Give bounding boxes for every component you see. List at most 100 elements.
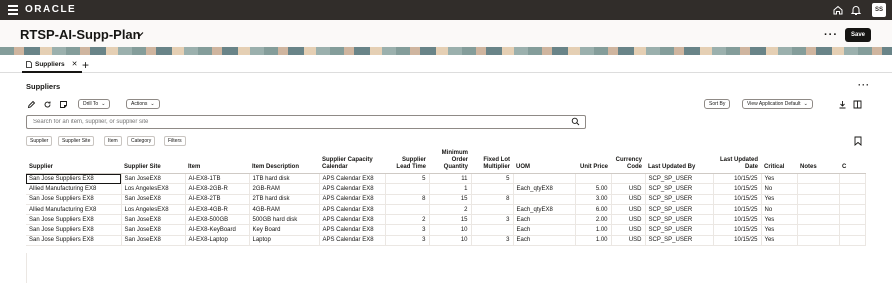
table-cell[interactable]: 3 xyxy=(385,224,430,236)
table-row[interactable]: Allied Manufacturing EX8 Los AngelesEX8 AI… xyxy=(26,204,866,216)
search-input[interactable] xyxy=(26,115,586,129)
table-cell[interactable]: USD xyxy=(611,183,646,195)
chevron-down-icon[interactable] xyxy=(136,30,144,38)
table-cell[interactable]: APS Calendar EX8 xyxy=(319,173,386,185)
table-cell[interactable]: 10/15/25 xyxy=(713,214,762,226)
table-cell[interactable]: 10/15/25 xyxy=(713,194,762,205)
bell-icon[interactable] xyxy=(850,4,862,16)
table-cell[interactable]: San JoseEX8 xyxy=(121,235,186,247)
table-cell[interactable]: 3.00 xyxy=(575,194,612,205)
table-cell[interactable]: SCP_SP_USER xyxy=(645,183,714,195)
table-cell[interactable]: AI-EX8-Laptop xyxy=(185,235,250,247)
table-cell[interactable] xyxy=(839,214,866,226)
table-cell[interactable]: 3 xyxy=(385,235,430,247)
table-cell[interactable]: AI-EX8-4GB-R xyxy=(185,204,250,216)
table-cell[interactable]: AI-EX8-500GB xyxy=(185,214,250,226)
table-cell[interactable]: 4GB-RAM xyxy=(249,204,320,216)
table-cell[interactable] xyxy=(839,183,866,195)
column-header[interactable]: Item xyxy=(185,150,249,174)
table-cell[interactable]: APS Calendar EX8 xyxy=(319,183,386,195)
refresh-icon[interactable] xyxy=(43,100,52,109)
table-cell[interactable]: 1.00 xyxy=(575,224,612,236)
column-header[interactable]: Item Description xyxy=(249,150,319,174)
table-cell[interactable] xyxy=(611,173,646,185)
table-cell[interactable]: San JoseEX8 xyxy=(121,194,186,205)
table-row[interactable]: San Jose Suppliers EX8 San JoseEX8 AI-EX8-… xyxy=(26,173,866,185)
table-cell[interactable]: 2 xyxy=(429,204,472,216)
table-cell[interactable]: APS Calendar EX8 xyxy=(319,224,386,236)
table-cell[interactable] xyxy=(797,194,840,205)
table-cell[interactable]: Los AngelesEX8 xyxy=(121,183,186,195)
table-cell[interactable]: San Jose Suppliers EX8 xyxy=(26,224,122,236)
table-cell[interactable] xyxy=(513,173,576,185)
table-cell[interactable]: 1.00 xyxy=(575,235,612,247)
table-cell[interactable]: SCP_SP_USER xyxy=(645,235,714,247)
table-cell[interactable]: San JoseEX8 xyxy=(121,214,186,226)
column-header[interactable]: Supplier xyxy=(26,150,121,174)
table-cell[interactable]: Each xyxy=(513,235,576,247)
table-cell[interactable]: No xyxy=(761,204,798,216)
table-cell[interactable]: Yes xyxy=(761,224,798,236)
add-tab-button[interactable]: + xyxy=(82,58,89,72)
column-header[interactable]: Notes xyxy=(797,150,839,174)
table-cell[interactable]: 5 xyxy=(471,173,514,185)
search-icon[interactable] xyxy=(571,117,580,126)
table-cell[interactable]: Yes xyxy=(761,235,798,247)
table-cell[interactable]: APS Calendar EX8 xyxy=(319,235,386,247)
edit-icon[interactable] xyxy=(27,100,36,109)
table-cell[interactable]: Laptop xyxy=(249,235,320,247)
table-cell[interactable]: AI-EX8-KeyBoard xyxy=(185,224,250,236)
table-row[interactable]: San Jose Suppliers EX8 San JoseEX8 AI-EX8-… xyxy=(26,224,866,236)
table-cell[interactable]: AI-EX8-1TB xyxy=(185,173,250,185)
save-button[interactable]: Save xyxy=(845,28,871,42)
table-cell[interactable]: SCP_SP_USER xyxy=(645,224,714,236)
table-cell[interactable]: San JoseEX8 xyxy=(121,224,186,236)
table-cell[interactable]: San JoseEX8 xyxy=(121,173,186,185)
table-cell[interactable]: 2.00 xyxy=(575,214,612,226)
table-cell[interactable]: USD xyxy=(611,235,646,247)
column-header[interactable]: Minimum Order Quantity xyxy=(429,150,471,174)
table-cell[interactable] xyxy=(797,183,840,195)
column-header[interactable]: Supplier Capacity Calendar xyxy=(319,150,385,174)
table-cell[interactable] xyxy=(385,183,430,195)
table-cell[interactable]: 10/15/25 xyxy=(713,224,762,236)
table-cell[interactable]: Yes xyxy=(761,173,798,185)
table-cell[interactable] xyxy=(839,224,866,236)
table-cell[interactable]: Each_qtyEX8 xyxy=(513,204,576,216)
table-cell[interactable]: AI-EX8-2TB xyxy=(185,194,250,205)
table-cell[interactable]: 10/15/25 xyxy=(713,183,762,195)
table-cell[interactable]: USD xyxy=(611,214,646,226)
download-icon[interactable] xyxy=(838,100,847,109)
table-cell[interactable]: 5 xyxy=(385,173,430,185)
tab-suppliers[interactable]: Suppliers ✕ xyxy=(22,57,82,73)
column-header[interactable]: Critical xyxy=(761,150,797,174)
table-cell[interactable]: 15 xyxy=(429,194,472,205)
table-cell[interactable] xyxy=(839,173,866,185)
table-cell[interactable] xyxy=(797,214,840,226)
table-cell[interactable]: Key Board xyxy=(249,224,320,236)
table-cell[interactable]: 3 xyxy=(471,214,514,226)
table-cell[interactable]: San Jose Suppliers EX8 xyxy=(26,194,122,205)
filter-chip-category[interactable]: Category xyxy=(127,136,156,146)
table-cell[interactable] xyxy=(385,204,430,216)
table-row[interactable]: San Jose Suppliers EX8 San JoseEX8 AI-EX8-… xyxy=(26,235,866,247)
filter-chip-supplier-site[interactable]: Supplier Site xyxy=(58,136,95,146)
table-cell[interactable] xyxy=(471,183,514,195)
table-cell[interactable]: SCP_SP_USER xyxy=(645,194,714,205)
table-cell[interactable]: 6.00 xyxy=(575,204,612,216)
table-cell[interactable]: Los AngelesEX8 xyxy=(121,204,186,216)
table-cell[interactable]: Allied Manufacturing EX8 xyxy=(26,204,122,216)
table-row[interactable]: San Jose Suppliers EX8 San JoseEX8 AI-EX8-… xyxy=(26,194,866,205)
close-tab-icon[interactable]: ✕ xyxy=(72,60,78,68)
table-cell[interactable]: Each xyxy=(513,224,576,236)
table-cell[interactable]: Each xyxy=(513,214,576,226)
columns-icon[interactable] xyxy=(853,100,862,109)
table-cell[interactable]: SCP_SP_USER xyxy=(645,173,714,185)
table-cell[interactable] xyxy=(797,224,840,236)
table-cell[interactable]: 500GB hard disk xyxy=(249,214,320,226)
table-cell[interactable]: 10 xyxy=(429,224,472,236)
table-cell[interactable]: 10 xyxy=(429,235,472,247)
table-cell[interactable] xyxy=(575,173,612,185)
filter-chip-supplier[interactable]: Supplier xyxy=(26,136,53,146)
table-cell[interactable]: 2GB-RAM xyxy=(249,183,320,195)
